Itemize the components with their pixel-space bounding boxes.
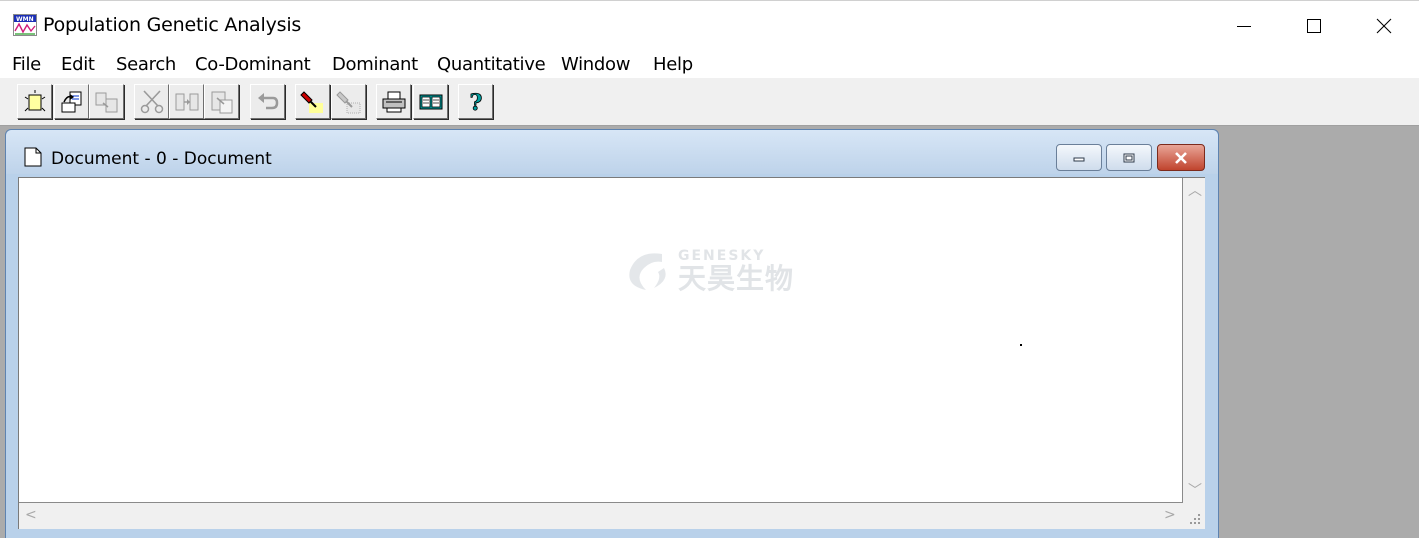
scroll-right-icon[interactable]: > [1164,507,1176,523]
app-icon: WMN [13,14,37,36]
undo-button[interactable] [250,84,285,119]
cut-icon [140,89,163,113]
eraser-icon [335,90,360,113]
undo-icon [257,92,278,109]
document-window: Document - 0 - Document GENESKY 天昊生物 ︿ ﹀… [5,129,1219,538]
copy-button[interactable] [169,84,204,119]
print-icon [382,91,405,112]
highlight-icon [299,90,323,113]
document-close-button[interactable] [1157,144,1205,171]
minimize-icon [1073,157,1085,161]
book-icon [419,94,442,109]
menu-search[interactable]: Search [116,54,176,75]
help-icon: ? [469,89,483,115]
save-icon [95,92,117,112]
title-bar: WMN Population Genetic Analysis [0,1,1419,51]
watermark-logo-icon [629,253,666,290]
app-window: WMN Population Genetic Analysis File Edi… [0,0,1419,538]
new-document-icon [24,89,45,111]
close-icon [1175,151,1187,164]
copy-icon [175,93,198,110]
scroll-left-icon[interactable]: < [25,507,37,523]
paste-icon [211,91,232,113]
document-text-area[interactable]: GENESKY 天昊生物 [19,178,1183,503]
book-button[interactable] [413,84,448,119]
scroll-up-icon[interactable]: ︿ [1188,180,1202,200]
toolbar: ? [0,78,1419,126]
scroll-down-icon[interactable]: ﹀ [1188,480,1202,500]
print-button[interactable] [376,84,411,119]
close-icon [1376,18,1392,34]
cut-button[interactable] [134,84,169,119]
mdi-workspace: Document - 0 - Document GENESKY 天昊生物 ︿ ﹀… [0,126,1419,538]
maximize-icon [1307,19,1321,33]
menu-dominant[interactable]: Dominant [332,54,418,75]
document-minimize-button[interactable] [1056,144,1102,171]
document-title: Document - 0 - Document [51,149,272,169]
document-icon [23,147,43,171]
save-button[interactable] [89,84,124,119]
watermark: GENESKY 天昊生物 [624,248,794,294]
app-title: Population Genetic Analysis [43,14,302,36]
menu-help[interactable]: Help [653,54,693,75]
svg-text:?: ? [469,90,482,115]
open-file-icon [61,91,81,112]
restore-icon [1123,153,1135,162]
maximize-button[interactable] [1279,1,1349,51]
svg-text:WMN: WMN [16,16,34,23]
new-document-button[interactable] [17,84,52,119]
close-button[interactable] [1349,1,1419,51]
minimize-icon [1237,26,1251,27]
open-file-button[interactable] [54,84,89,119]
paste-button[interactable] [204,84,239,119]
highlight-button[interactable] [295,84,330,119]
resize-grip[interactable] [1183,503,1205,529]
vertical-scrollbar[interactable]: ︿ ﹀ [1183,178,1205,503]
menu-window[interactable]: Window [561,54,630,75]
document-title-bar: Document - 0 - Document [6,130,1218,174]
eraser-button[interactable] [331,84,366,119]
menu-co-dominant[interactable]: Co-Dominant [195,54,311,75]
horizontal-scrollbar[interactable]: < > [19,503,1183,529]
resize-grip-icon [1190,514,1200,524]
menu-file[interactable]: File [12,54,41,75]
watermark-chinese: 天昊生物 [678,261,795,295]
text-cursor-dot [1020,344,1022,346]
menu-bar: File Edit Search Co-Dominant Dominant Qu… [0,51,1419,78]
document-restore-button[interactable] [1106,144,1152,171]
menu-edit[interactable]: Edit [61,54,95,75]
minimize-button[interactable] [1209,1,1279,51]
document-client-area: GENESKY 天昊生物 ︿ ﹀ < > [18,177,1205,529]
menu-quantitative[interactable]: Quantitative [437,54,546,75]
help-button[interactable]: ? [458,84,493,119]
